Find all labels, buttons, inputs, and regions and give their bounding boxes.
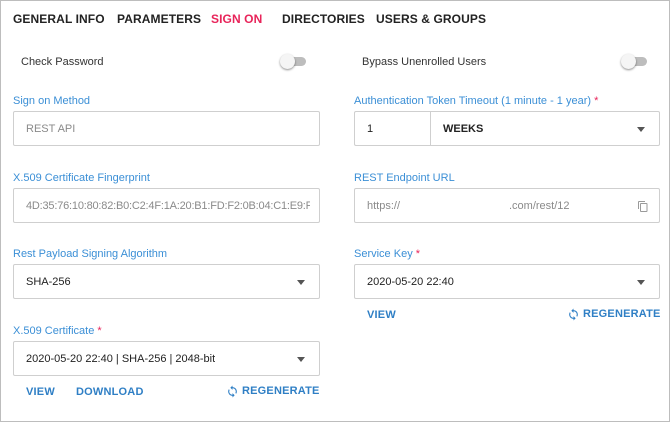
service-key-select[interactable]: 2020-05-20 22:40 [354, 264, 660, 299]
cert-download-link[interactable]: DOWNLOAD [76, 386, 144, 398]
x509-fingerprint-label: X.509 Certificate Fingerprint [13, 172, 150, 184]
app-window: GENERAL INFO PARAMETERS SIGN ON DIRECTOR… [0, 0, 670, 422]
rest-payload-alg-select[interactable]: SHA-256 [13, 264, 320, 299]
tab-directories[interactable]: DIRECTORIES [282, 12, 365, 26]
service-key-label: Service Key * [354, 248, 420, 260]
x509-fingerprint-value: 4D:35:76:10:80:82:B0:C2:4F:1A:20:B1:FD:F… [26, 200, 310, 212]
cert-regenerate-label: REGENERATE [242, 385, 320, 397]
refresh-icon [569, 308, 578, 321]
rest-endpoint-url-label: REST Endpoint URL [354, 172, 455, 184]
rest-payload-alg-label: Rest Payload Signing Algorithm [13, 248, 168, 260]
auth-token-timeout-label-text: Authentication Token Timeout (1 minute -… [354, 95, 592, 107]
key-regenerate-label: REGENERATE [583, 308, 661, 320]
required-mark: * [594, 95, 599, 107]
rest-endpoint-url-prefix: https:// [367, 200, 401, 212]
rest-endpoint-url-suffix: .com/rest/12 [509, 200, 570, 212]
cert-view-link[interactable]: VIEW [26, 386, 55, 398]
key-regenerate-button[interactable]: REGENERATE [567, 308, 660, 322]
tab-bar: GENERAL INFO PARAMETERS SIGN ON DIRECTOR… [1, 1, 669, 37]
rest-payload-alg-value: SHA-256 [26, 276, 71, 288]
x509-certificate-select[interactable]: 2020-05-20 22:40 | SHA-256 | 2048-bit [13, 341, 320, 376]
auth-token-unit-select[interactable]: WEEKS [430, 111, 660, 146]
chevron-down-icon [637, 280, 645, 285]
check-password-label: Check Password [21, 56, 104, 68]
check-password-toggle[interactable] [280, 54, 306, 69]
auth-token-amount-value: 1 [367, 123, 374, 135]
sign-on-method-label: Sign on Method [13, 95, 91, 107]
rest-endpoint-url-field: https:// .com/rest/12 [354, 188, 660, 223]
key-view-link[interactable]: VIEW [367, 309, 396, 321]
chevron-down-icon [637, 127, 645, 132]
sign-on-method-field: REST API [13, 111, 320, 146]
x509-certificate-value: 2020-05-20 22:40 | SHA-256 | 2048-bit [26, 353, 216, 365]
toggle-knob [280, 54, 295, 69]
auth-token-amount-input[interactable]: 1 [354, 111, 431, 146]
tab-sign-on[interactable]: SIGN ON [211, 12, 262, 26]
chevron-down-icon [297, 280, 305, 285]
tab-parameters[interactable]: PARAMETERS [117, 12, 201, 26]
auth-token-timeout-label: Authentication Token Timeout (1 minute -… [354, 95, 598, 107]
tab-users-groups[interactable]: USERS & GROUPS [376, 12, 486, 26]
tab-general-info[interactable]: GENERAL INFO [13, 12, 105, 26]
auth-token-unit-value: WEEKS [443, 123, 484, 135]
bypass-unenrolled-label: Bypass Unenrolled Users [362, 56, 487, 68]
service-key-label-text: Service Key [354, 248, 413, 260]
copy-icon[interactable] [637, 200, 649, 213]
x509-certificate-label: X.509 Certificate * [13, 325, 102, 337]
x509-certificate-label-text: X.509 Certificate [13, 325, 95, 337]
required-mark: * [97, 325, 102, 337]
cert-regenerate-button[interactable]: REGENERATE [226, 385, 319, 399]
required-mark: * [415, 248, 421, 260]
sign-on-method-value: REST API [26, 123, 76, 135]
bypass-unenrolled-toggle[interactable] [621, 54, 647, 69]
chevron-down-icon [297, 357, 305, 362]
service-key-value: 2020-05-20 22:40 [367, 276, 454, 288]
refresh-icon [228, 385, 237, 398]
toggle-knob [621, 54, 636, 69]
x509-fingerprint-field: 4D:35:76:10:80:82:B0:C2:4F:1A:20:B1:FD:F… [13, 188, 320, 223]
